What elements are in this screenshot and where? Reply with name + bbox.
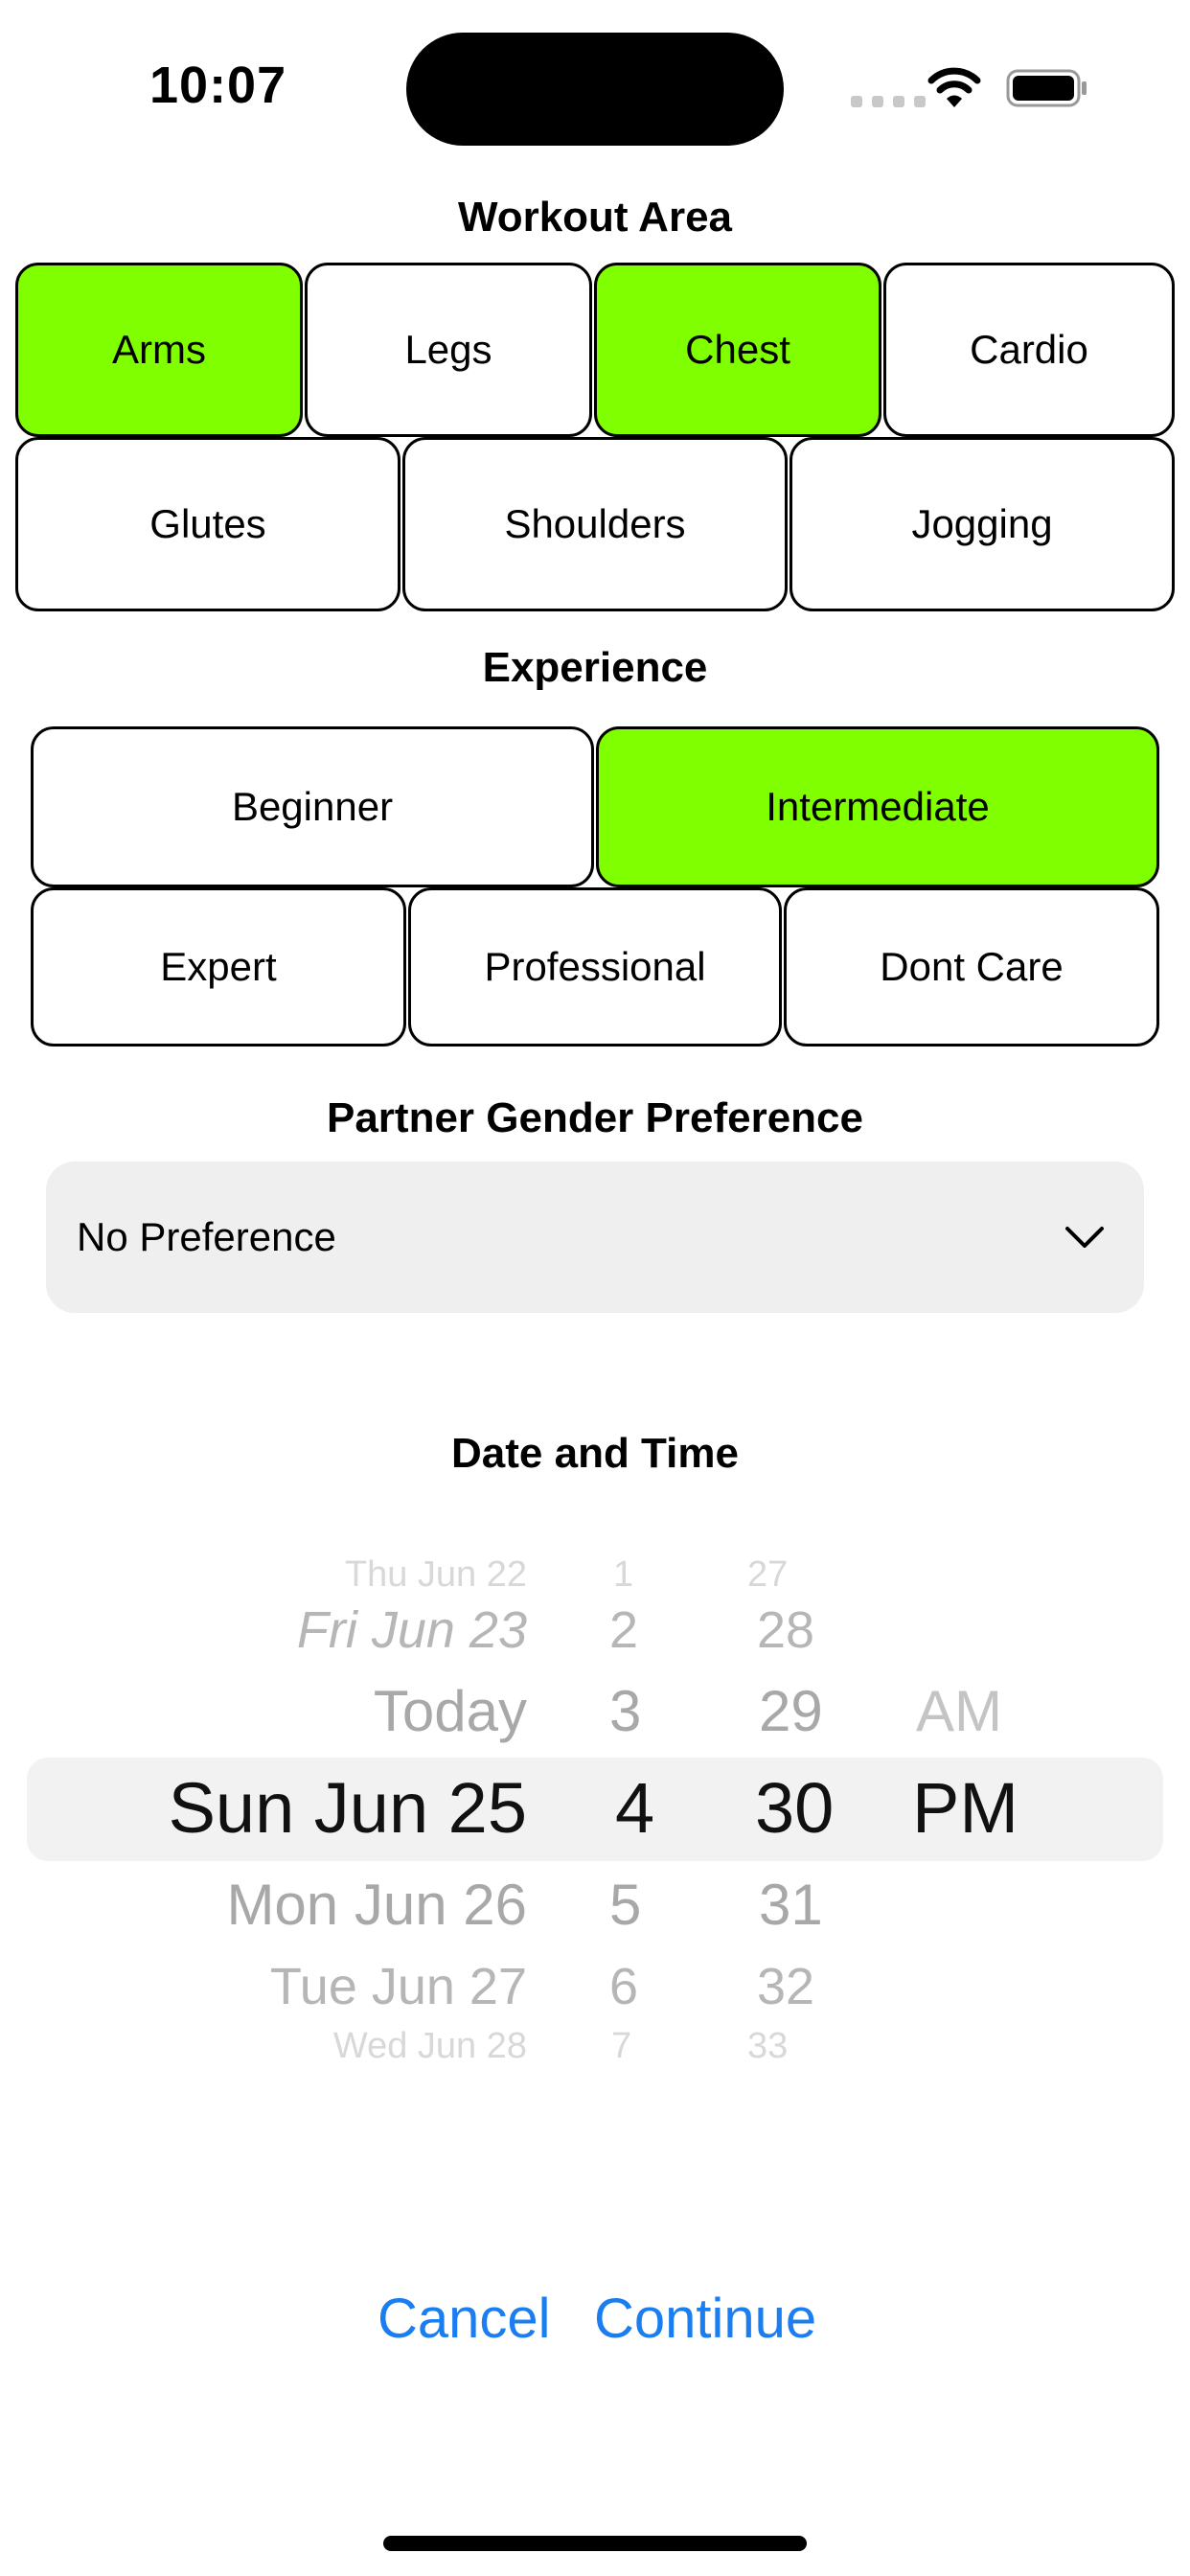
- workout-option-cardio[interactable]: Cardio: [883, 263, 1175, 437]
- cancel-button[interactable]: Cancel: [378, 2287, 551, 2351]
- date-wheel-item[interactable]: Wed Jun 28: [333, 2028, 527, 2064]
- date-wheel-item[interactable]: Tue Jun 27: [270, 1961, 527, 2012]
- date-wheel-item[interactable]: Mon Jun 26: [226, 1876, 527, 1934]
- status-time: 10:07: [149, 57, 287, 114]
- workout-option-shoulders[interactable]: Shoulders: [402, 437, 788, 611]
- experience-option-professional[interactable]: Professional: [408, 887, 782, 1046]
- hour-wheel-item[interactable]: 3: [609, 1683, 641, 1740]
- partner-gender-title: Partner Gender Preference: [326, 1094, 864, 1141]
- date-time-title: Date and Time: [451, 1430, 739, 1477]
- minute-wheel-item[interactable]: 33: [747, 2028, 788, 2064]
- minute-wheel-item[interactable]: 31: [759, 1876, 823, 1934]
- hour-wheel-selected[interactable]: 4: [615, 1773, 654, 1844]
- experience-option-dont-care[interactable]: Dont Care: [784, 887, 1159, 1046]
- hour-wheel-item[interactable]: 1: [613, 1556, 633, 1593]
- experience-title: Experience: [482, 644, 708, 691]
- hour-wheel-item[interactable]: 6: [609, 1961, 638, 2012]
- hour-wheel-item[interactable]: 2: [609, 1604, 638, 1656]
- dynamic-island: [406, 33, 784, 146]
- workout-option-glutes[interactable]: Glutes: [15, 437, 400, 611]
- experience-option-intermediate[interactable]: Intermediate: [596, 726, 1159, 887]
- cellular-signal-icon: [851, 96, 926, 107]
- workout-option-jogging[interactable]: Jogging: [790, 437, 1175, 611]
- date-wheel-selected[interactable]: Sun Jun 25: [169, 1773, 527, 1844]
- workout-option-chest[interactable]: Chest: [594, 263, 881, 437]
- experience-option-expert[interactable]: Expert: [31, 887, 406, 1046]
- experience-option-beginner[interactable]: Beginner: [31, 726, 594, 887]
- date-wheel-item[interactable]: Today: [374, 1683, 527, 1740]
- period-wheel-item[interactable]: AM: [916, 1683, 1002, 1740]
- chevron-down-icon: [1065, 1227, 1104, 1248]
- workout-area-title: Workout Area: [457, 194, 733, 241]
- date-wheel-item[interactable]: Thu Jun 22: [345, 1556, 527, 1593]
- workout-option-arms[interactable]: Arms: [15, 263, 303, 437]
- home-indicator: [383, 2536, 807, 2551]
- continue-button[interactable]: Continue: [594, 2287, 816, 2351]
- battery-icon: [1006, 69, 1087, 107]
- period-wheel-selected[interactable]: PM: [912, 1773, 1018, 1844]
- partner-gender-dropdown[interactable]: No Preference: [46, 1162, 1144, 1313]
- wifi-icon: [927, 67, 981, 107]
- minute-wheel-item[interactable]: 32: [757, 1961, 814, 2012]
- date-wheel-item[interactable]: Fri Jun 23: [297, 1604, 527, 1656]
- minute-wheel-item[interactable]: 28: [757, 1604, 814, 1656]
- hour-wheel-item[interactable]: 7: [611, 2028, 631, 2064]
- minute-wheel-selected[interactable]: 30: [755, 1773, 834, 1844]
- minute-wheel-item[interactable]: 29: [759, 1683, 823, 1740]
- minute-wheel-item[interactable]: 27: [747, 1556, 788, 1593]
- partner-gender-value: No Preference: [77, 1214, 336, 1259]
- hour-wheel-item[interactable]: 5: [609, 1876, 641, 1934]
- workout-option-legs[interactable]: Legs: [305, 263, 592, 437]
